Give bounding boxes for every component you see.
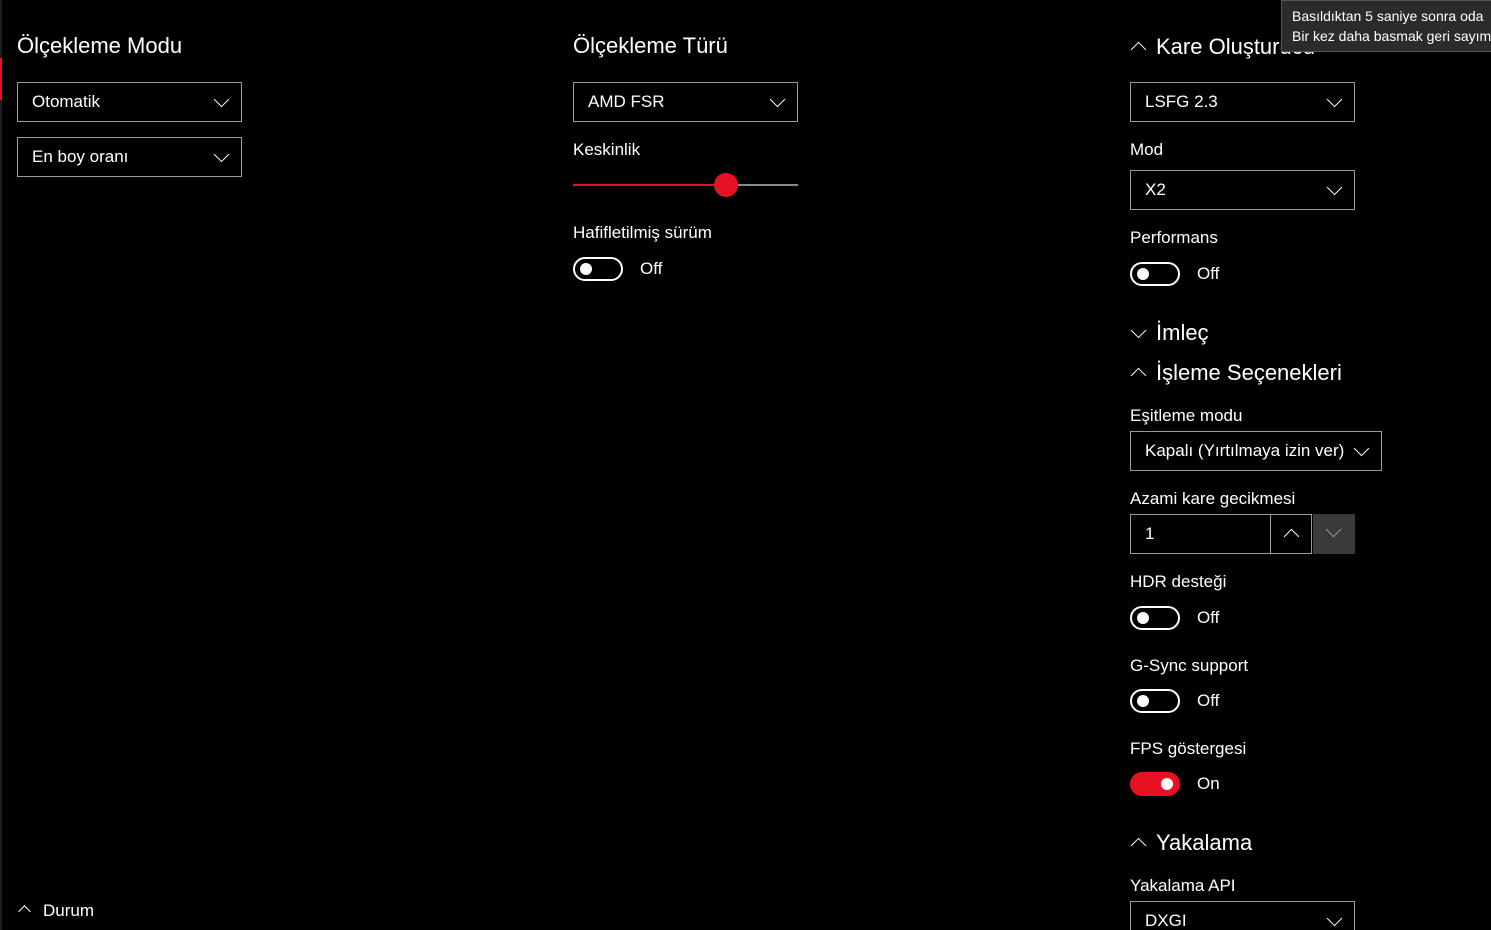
chevron-down-icon	[1353, 440, 1370, 456]
max-frame-latency-label: Azami kare gecikmesi	[1130, 489, 1296, 508]
performance-toggle[interactable]	[1130, 262, 1180, 286]
chevron-up-icon[interactable]	[1130, 837, 1147, 854]
lite-version-label: Hafifletilmiş sürüm	[573, 223, 712, 242]
sync-mode-select[interactable]: Kapalı (Yırtılmaya izin ver)	[1130, 431, 1382, 471]
toggle-knob	[580, 263, 592, 275]
mode-label: Mod	[1130, 140, 1164, 159]
max-frame-latency-input[interactable]: 1	[1130, 514, 1271, 554]
tooltip-line-1: Basıldıktan 5 saniye sonra oda	[1292, 8, 1484, 24]
capture-api-label: Yakalama API	[1130, 876, 1236, 895]
gsync-label: G-Sync support	[1130, 656, 1249, 675]
capture-section-title[interactable]: Yakalama	[1156, 830, 1252, 856]
fps-counter-label: FPS göstergesi	[1130, 739, 1247, 758]
chevron-up-icon	[1283, 528, 1300, 545]
scaling-mode-title: Ölçekleme Modu	[17, 33, 183, 58]
lite-version-state: Off	[640, 259, 663, 278]
left-rail	[0, 0, 2, 930]
cursor-section-title[interactable]: İmleç	[1156, 320, 1209, 346]
chevron-up-icon[interactable]	[1130, 367, 1147, 384]
chevron-down-icon	[1326, 910, 1343, 926]
toggle-knob	[1161, 778, 1173, 790]
scaling-mode-value: Otomatik	[32, 92, 101, 111]
toggle-knob	[1137, 695, 1149, 707]
lite-version-toggle[interactable]	[573, 257, 623, 281]
chevron-up-icon[interactable]	[18, 905, 31, 918]
capture-api-value: DXGI	[1145, 911, 1187, 930]
decrement-button[interactable]	[1313, 514, 1355, 554]
performance-state: Off	[1197, 264, 1220, 283]
chevron-down-icon	[1325, 521, 1342, 538]
tooltip-line-2: Bir kez daha basmak geri sayım	[1292, 28, 1491, 44]
chevron-down-icon	[1326, 91, 1343, 107]
tooltip: Basıldıktan 5 saniye sonra oda Bir kez d…	[1281, 0, 1491, 52]
status-toggle[interactable]: Durum	[43, 901, 94, 921]
performance-label: Performans	[1130, 228, 1218, 247]
scaling-mode-select[interactable]: Otomatik	[17, 82, 242, 122]
increment-button[interactable]	[1270, 514, 1312, 554]
frame-gen-version-value: LSFG 2.3	[1145, 92, 1218, 111]
chevron-down-icon[interactable]	[1130, 322, 1147, 339]
gsync-toggle[interactable]	[1130, 689, 1180, 713]
frame-gen-mode-select[interactable]: X2	[1130, 170, 1355, 210]
fps-counter-toggle[interactable]	[1130, 772, 1180, 796]
scaling-type-title: Ölçekleme Türü	[573, 33, 728, 58]
fps-counter-state: On	[1197, 774, 1220, 793]
app-window: Ölçekleme Modu Otomatik En boy oranı Ölç…	[0, 0, 1491, 930]
frame-gen-version-select[interactable]: LSFG 2.3	[1130, 82, 1355, 122]
sharpness-label: Keskinlik	[573, 140, 641, 159]
render-options-title[interactable]: İşleme Seçenekleri	[1156, 360, 1342, 386]
scaling-type-select[interactable]: AMD FSR	[573, 82, 798, 122]
capture-api-select[interactable]: DXGI	[1130, 901, 1355, 930]
max-frame-latency-value: 1	[1145, 524, 1155, 543]
gsync-state: Off	[1197, 691, 1220, 710]
chevron-down-icon	[1326, 179, 1343, 195]
sync-mode-label: Eşitleme modu	[1130, 406, 1243, 425]
nav-selection-indicator	[0, 58, 2, 100]
hdr-toggle[interactable]	[1130, 606, 1180, 630]
chevron-down-icon	[769, 91, 786, 107]
hdr-label: HDR desteği	[1130, 572, 1227, 591]
chevron-up-icon[interactable]	[1130, 41, 1147, 58]
aspect-ratio-select[interactable]: En boy oranı	[17, 137, 242, 177]
hdr-state: Off	[1197, 608, 1220, 627]
chevron-down-icon	[213, 91, 230, 107]
sync-mode-value: Kapalı (Yırtılmaya izin ver)	[1145, 441, 1345, 460]
toggle-knob	[1137, 612, 1149, 624]
slider-thumb[interactable]	[714, 173, 738, 197]
aspect-ratio-value: En boy oranı	[32, 147, 129, 166]
toggle-knob	[1137, 268, 1149, 280]
scaling-type-value: AMD FSR	[588, 92, 665, 111]
slider-track-filled	[573, 184, 726, 186]
frame-gen-mode-value: X2	[1145, 180, 1166, 199]
chevron-down-icon	[213, 146, 230, 162]
